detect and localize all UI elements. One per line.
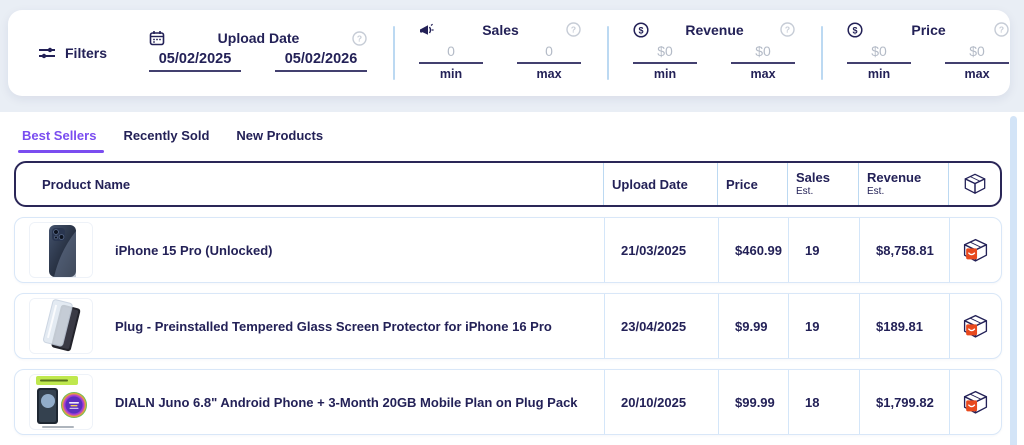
revenue-max-input[interactable] [731, 40, 796, 64]
marketplace-box-icon[interactable] [962, 237, 989, 264]
help-icon[interactable]: ? [566, 22, 581, 37]
row-sales: 19 [788, 218, 859, 282]
marketplace-box-icon[interactable] [962, 389, 989, 416]
main-content: Best Sellers Recently Sold New Products … [0, 112, 1024, 435]
megaphone-icon [419, 22, 435, 38]
row-upload-date: 21/03/2025 [604, 218, 718, 282]
tab-new-products[interactable]: New Products [236, 128, 323, 153]
row-revenue: $189.81 [859, 294, 949, 358]
svg-text:$: $ [639, 25, 644, 35]
min-label: min [439, 66, 463, 81]
svg-text:?: ? [571, 25, 576, 35]
filters-panel: Filters Upload Date ? 05/02/2025 05/02/2… [8, 10, 1010, 96]
marketplace-box-icon[interactable] [962, 313, 989, 340]
filter-title-sales: Sales [482, 21, 519, 38]
filters-label: Filters [65, 45, 108, 61]
filters-toggle[interactable]: Filters [8, 45, 123, 61]
filters-band: Filters Upload Date ? 05/02/2025 05/02/2… [0, 0, 1024, 112]
help-icon[interactable]: ? [780, 22, 795, 37]
header-cube-icon [948, 163, 1000, 205]
table-header: Product Name Upload Date Price Sales Est… [14, 161, 1002, 207]
header-sales: Sales Est. [787, 163, 858, 205]
min-label: min [867, 66, 891, 81]
min-label: min [653, 66, 677, 81]
svg-text:?: ? [357, 33, 362, 43]
product-cell: iPhone 15 Pro (Unlocked) [15, 218, 604, 282]
help-icon[interactable]: ? [994, 22, 1009, 37]
row-upload-date: 20/10/2025 [604, 370, 718, 434]
cube-icon [964, 173, 985, 194]
max-label: max [964, 66, 990, 81]
header-product-name: Product Name [42, 176, 131, 192]
upload-date-to-input[interactable] [275, 49, 368, 72]
tab-recently-sold[interactable]: Recently Sold [123, 128, 209, 153]
page: Filters Upload Date ? 05/02/2025 05/02/2… [0, 0, 1024, 445]
max-label: max [536, 66, 562, 81]
table-row[interactable]: DIALN Juno 6.8" Android Phone + 3-Month … [14, 369, 1002, 435]
product-name: DIALN Juno 6.8" Android Phone + 3-Month … [115, 394, 578, 410]
product-image-screen-protector [29, 298, 93, 354]
filter-group-sales: Sales ? min [393, 10, 607, 96]
filter-group-price: $ Price ? $0 min $0 max [821, 10, 1024, 96]
filter-title-upload-date: Upload Date [217, 30, 300, 46]
header-revenue: Revenue Est. [858, 163, 948, 205]
product-image-dialn-juno [29, 374, 93, 430]
vertical-scrollbar[interactable] [1010, 116, 1017, 445]
header-upload-date: Upload Date [603, 163, 717, 205]
upload-date-from-input[interactable] [149, 49, 242, 72]
svg-text:?: ? [999, 25, 1004, 35]
product-image-iphone-15-pro [29, 222, 93, 278]
row-price: $99.99 [718, 370, 788, 434]
sliders-icon [38, 45, 56, 61]
svg-text:?: ? [785, 25, 790, 35]
filter-group-revenue: $ Revenue ? $0 min $0 max [607, 10, 821, 96]
row-sales: 18 [788, 370, 859, 434]
tab-best-sellers[interactable]: Best Sellers [17, 128, 105, 153]
row-price: $460.99 [718, 218, 788, 282]
header-price: Price [717, 163, 787, 205]
dollar-circle-icon: $ [633, 21, 649, 38]
product-cell: DIALN Juno 6.8" Android Phone + 3-Month … [15, 370, 604, 434]
row-upload-date: 23/04/2025 [604, 294, 718, 358]
table-row[interactable]: iPhone 15 Pro (Unlocked) 21/03/2025 $460… [14, 217, 1002, 283]
price-min-input[interactable] [847, 40, 912, 64]
price-max-input[interactable] [945, 40, 1010, 64]
filter-title-price: Price [911, 21, 946, 38]
dollar-circle-icon: $ [847, 21, 863, 38]
tab-bar: Best Sellers Recently Sold New Products [17, 128, 1024, 153]
sales-min-input[interactable] [419, 40, 484, 64]
products-table: Product Name Upload Date Price Sales Est… [14, 161, 1002, 435]
product-name: iPhone 15 Pro (Unlocked) [115, 242, 273, 258]
filter-title-revenue: Revenue [685, 21, 744, 38]
product-cell: Plug - Preinstalled Tempered Glass Scree… [15, 294, 604, 358]
svg-text:$: $ [853, 25, 858, 35]
row-price: $9.99 [718, 294, 788, 358]
filter-groups: Upload Date ? 05/02/2025 05/02/2026 Sale… [123, 10, 1024, 96]
max-label: max [750, 66, 776, 81]
revenue-min-input[interactable] [633, 40, 698, 64]
row-sales: 19 [788, 294, 859, 358]
filter-group-upload-date: Upload Date ? [123, 10, 393, 96]
row-revenue: $1,799.82 [859, 370, 949, 434]
help-icon[interactable]: ? [352, 30, 367, 46]
calendar-icon [149, 30, 165, 46]
sales-max-input[interactable] [517, 40, 582, 64]
table-row[interactable]: Plug - Preinstalled Tempered Glass Scree… [14, 293, 1002, 359]
product-name: Plug - Preinstalled Tempered Glass Scree… [115, 318, 552, 334]
row-revenue: $8,758.81 [859, 218, 949, 282]
